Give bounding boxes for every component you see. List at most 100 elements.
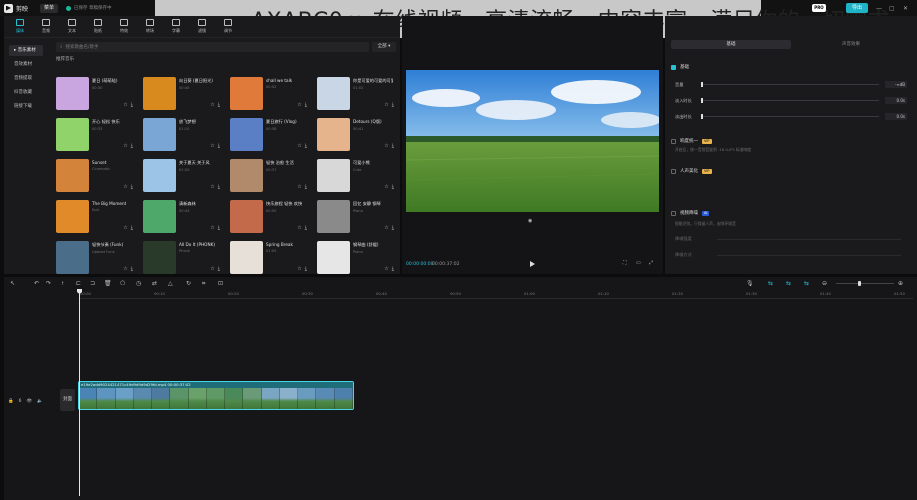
basic-checkbox[interactable]: [671, 64, 676, 70]
maximize-icon[interactable]: ▢: [889, 5, 895, 12]
sidebar-item[interactable]: 链接下载: [9, 101, 43, 112]
download-icon[interactable]: ⤓: [218, 266, 220, 272]
voice-section[interactable]: 人声美化 VIP: [671, 168, 712, 174]
sidebar-item[interactable]: ▸ 音乐素材: [9, 45, 43, 56]
music-thumbnail[interactable]: [317, 118, 350, 151]
mirror-icon[interactable]: △: [168, 280, 173, 287]
tab-effects[interactable]: 特效: [114, 16, 134, 37]
download-icon[interactable]: ⤓: [131, 225, 133, 231]
sidebar-item[interactable]: 音效素材: [9, 59, 43, 70]
favorite-icon[interactable]: ☆: [297, 102, 301, 108]
preview-axis-icon[interactable]: ⇆: [804, 280, 809, 287]
zoom-slider[interactable]: [836, 281, 894, 286]
download-icon[interactable]: ⤓: [305, 184, 307, 190]
zoom-in-icon[interactable]: ⊕: [898, 280, 903, 287]
music-card[interactable]: The Big Moment Epic ☆ ⤓: [56, 200, 137, 239]
favorite-icon[interactable]: ☆: [297, 225, 301, 231]
loudness-section[interactable]: 响度统一 VIP: [671, 138, 712, 144]
tab-audio-effects[interactable]: 声音效果: [791, 40, 911, 49]
music-thumbnail[interactable]: [317, 159, 350, 192]
select-tool-icon[interactable]: ↖: [10, 280, 15, 287]
cover-button[interactable]: 封面: [60, 389, 75, 411]
sidebar-item[interactable]: 音频提取: [9, 73, 43, 84]
split-left-icon[interactable]: ⊏: [76, 280, 81, 287]
music-thumbnail[interactable]: [230, 118, 263, 151]
tab-transition[interactable]: 转场: [140, 16, 160, 37]
music-thumbnail[interactable]: [143, 77, 176, 110]
music-thumbnail[interactable]: [56, 200, 89, 233]
denoise-section[interactable]: 视频降噪 AI: [671, 210, 710, 216]
reverse-icon[interactable]: ⇄: [152, 280, 157, 287]
download-icon[interactable]: ⤓: [131, 184, 133, 190]
filter-dropdown[interactable]: 全部 ▾: [372, 42, 396, 52]
favorite-icon[interactable]: ☆: [384, 143, 388, 149]
favorite-icon[interactable]: ☆: [210, 184, 214, 190]
search-input[interactable]: ⌕ 搜索歌曲名/歌手: [56, 42, 369, 52]
transform-icon[interactable]: ⊡: [218, 280, 223, 287]
download-icon[interactable]: ⤓: [305, 143, 307, 149]
download-icon[interactable]: ⤓: [218, 184, 220, 190]
undo-icon[interactable]: ↶: [34, 280, 39, 287]
playhead[interactable]: [79, 289, 80, 496]
music-card[interactable]: shall we talk 00:52 ☆ ⤓: [230, 77, 311, 116]
crop-icon[interactable]: ⌗: [202, 280, 205, 288]
favorite-icon[interactable]: ☆: [123, 184, 127, 190]
music-card[interactable]: 向日葵 (夏日阳光) 00:45 ☆ ⤓: [143, 77, 224, 116]
tab-basic[interactable]: 基础: [671, 40, 791, 49]
fade-out-slider[interactable]: [701, 114, 879, 119]
music-card[interactable]: 关于夏天 关于风 01:20 ☆ ⤓: [143, 159, 224, 198]
video-clip[interactable]: e19e2add9024421471c49d9d9d9d29fd.mp4 00:…: [78, 381, 354, 410]
music-card[interactable]: Spring Break 01:05 ☆ ⤓: [230, 241, 311, 280]
video-preview[interactable]: [406, 70, 659, 212]
link-icon[interactable]: ⇆: [786, 280, 791, 287]
music-thumbnail[interactable]: [56, 77, 89, 110]
record-icon[interactable]: ◉: [528, 218, 532, 224]
delete-icon[interactable]: 🗑: [104, 280, 112, 287]
download-icon[interactable]: ⤓: [218, 225, 220, 231]
music-card[interactable]: 夏日旅行 (Vlog) 00:58 ☆ ⤓: [230, 118, 311, 157]
music-thumbnail[interactable]: [143, 159, 176, 192]
music-thumbnail[interactable]: [143, 241, 176, 274]
music-thumbnail[interactable]: [230, 159, 263, 192]
zoom-out-icon[interactable]: ⊖: [822, 280, 827, 287]
fade-out-value[interactable]: 0.0s: [885, 113, 907, 120]
fade-in-slider[interactable]: [701, 98, 879, 103]
download-icon[interactable]: ⤓: [305, 225, 307, 231]
split-icon[interactable]: ⟊: [62, 280, 64, 288]
fullscreen-icon[interactable]: ⛶: [623, 260, 627, 266]
tab-audio[interactable]: 音频: [36, 16, 56, 37]
volume-slider[interactable]: [701, 82, 879, 87]
snap-icon[interactable]: ⇆: [768, 280, 773, 287]
favorite-icon[interactable]: ☆: [384, 266, 388, 272]
marker-icon[interactable]: ⬠: [120, 280, 125, 287]
denoise-strength-slider[interactable]: [717, 238, 901, 240]
zoom-knob[interactable]: [858, 281, 861, 286]
favorite-icon[interactable]: ☆: [123, 143, 127, 149]
download-icon[interactable]: ⤓: [131, 102, 133, 108]
split-right-icon[interactable]: ⊐: [90, 280, 95, 287]
music-thumbnail[interactable]: [230, 200, 263, 233]
favorite-icon[interactable]: ☆: [123, 225, 127, 231]
music-card[interactable]: 回忆 安静 钢琴 Piano ☆ ⤓: [317, 200, 398, 239]
download-icon[interactable]: ⤓: [131, 266, 133, 272]
tab-caption[interactable]: 字幕: [166, 16, 186, 37]
favorite-icon[interactable]: ☆: [297, 266, 301, 272]
pro-badge[interactable]: PRO: [812, 4, 826, 12]
tab-filter[interactable]: 滤镜: [192, 16, 212, 37]
favorite-icon[interactable]: ☆: [297, 184, 301, 190]
favorite-icon[interactable]: ☆: [123, 102, 127, 108]
freeze-icon[interactable]: ◷: [136, 280, 141, 287]
music-thumbnail[interactable]: [56, 241, 89, 274]
visibility-icon[interactable]: 👁: [26, 399, 32, 404]
music-card[interactable]: 钢琴曲 (舒缓) Piano ☆ ⤓: [317, 241, 398, 280]
favorite-icon[interactable]: ☆: [384, 102, 388, 108]
download-icon[interactable]: ⤓: [392, 143, 394, 149]
favorite-icon[interactable]: ☆: [210, 143, 214, 149]
sidebar-item[interactable]: 抖音收藏: [9, 87, 43, 98]
music-thumbnail[interactable]: [56, 118, 89, 151]
tab-text[interactable]: 文本: [62, 16, 82, 37]
aspect-ratio-icon[interactable]: ▭: [636, 260, 641, 266]
menu-button[interactable]: 菜单: [40, 3, 59, 13]
music-card[interactable]: All Do It (PHONK) Phonk ☆ ⤓: [143, 241, 224, 280]
download-icon[interactable]: ⤓: [392, 184, 394, 190]
